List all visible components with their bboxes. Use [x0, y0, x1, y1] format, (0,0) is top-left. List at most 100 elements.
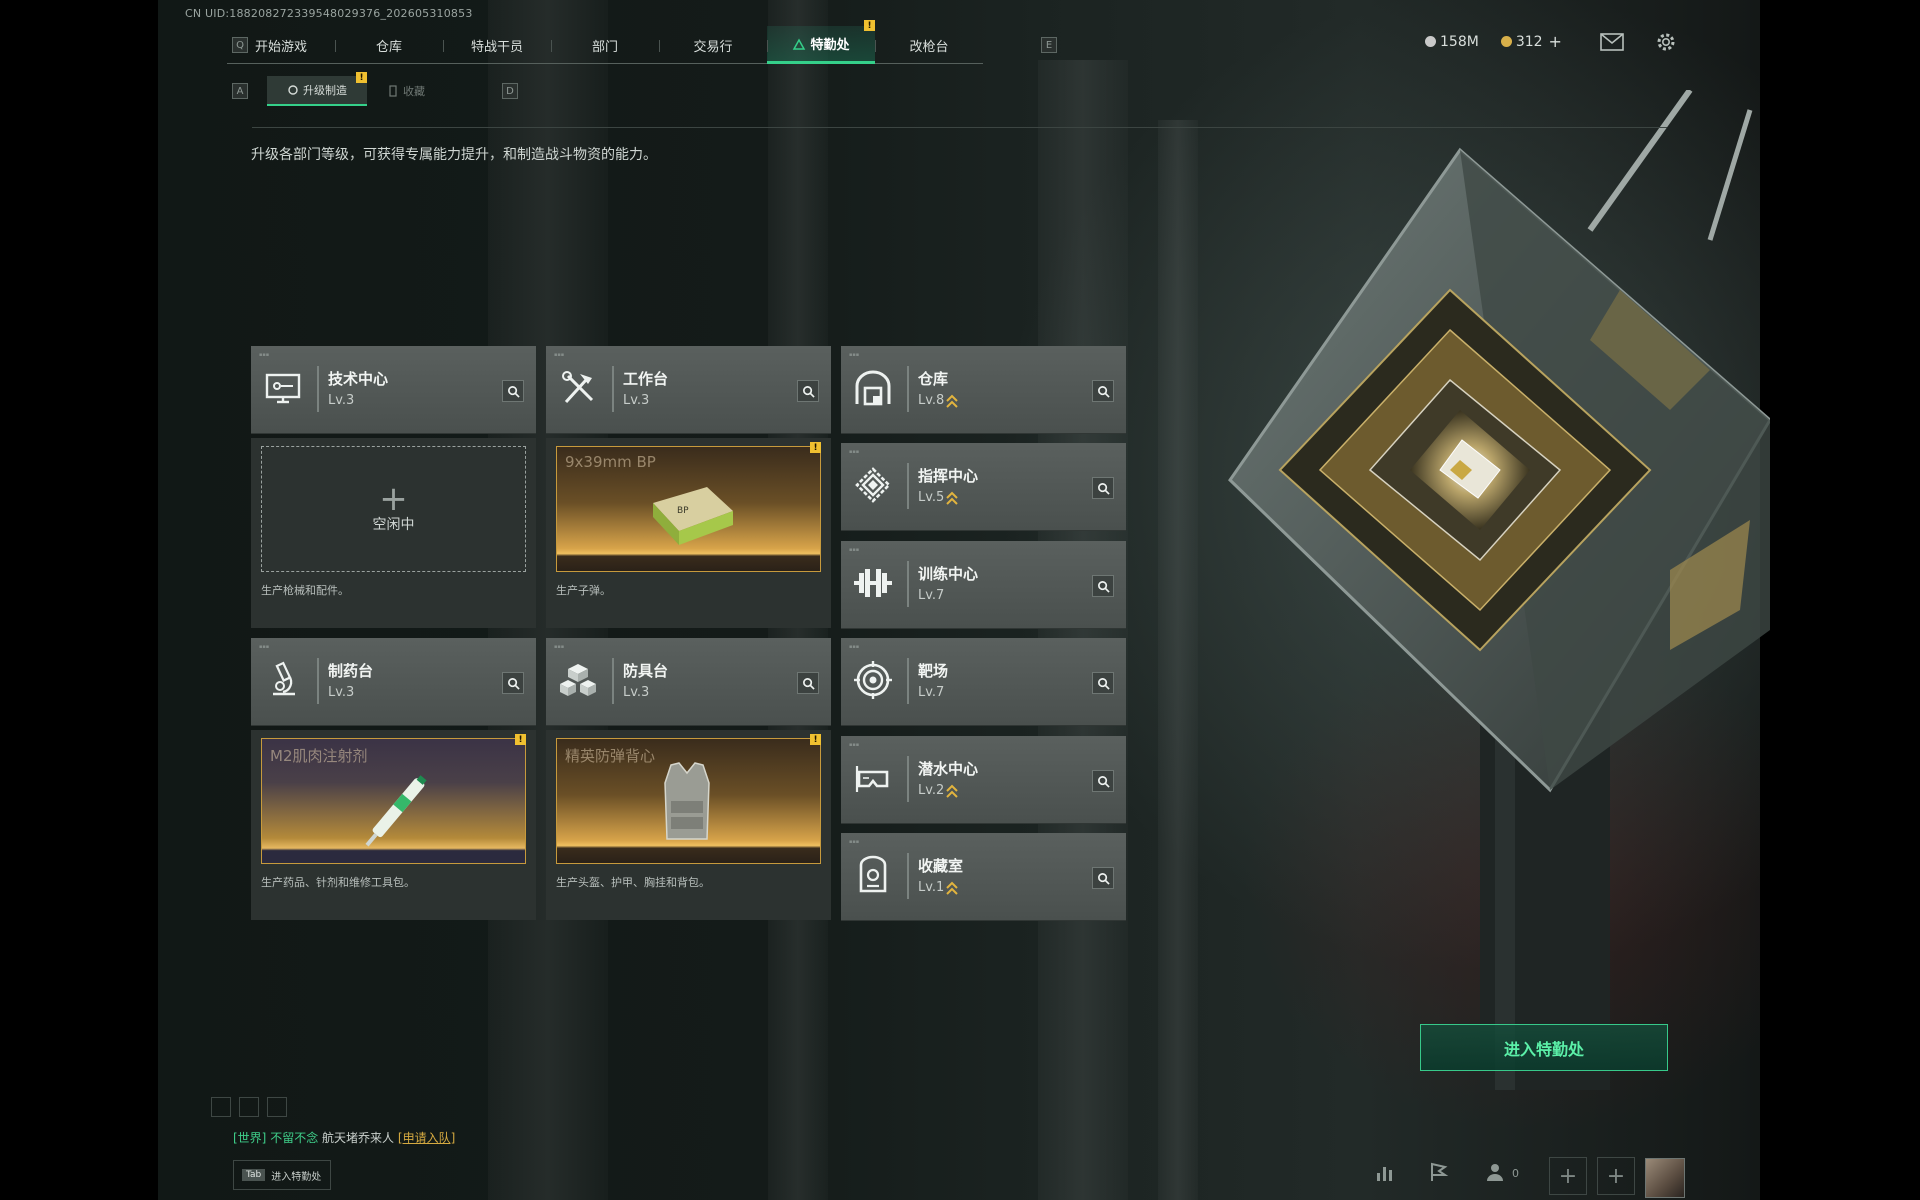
card-tag: ▪▪▪ [259, 644, 270, 650]
department-card-diving-center[interactable]: ▪▪▪ 潜水中心 Lv.2 [841, 736, 1126, 824]
search-icon[interactable] [1092, 867, 1114, 889]
subtab-next-key[interactable]: D [502, 83, 518, 99]
tab-label: 特战干员 [470, 39, 523, 55]
department-card-shooting-range[interactable]: ▪▪▪ 靶场 Lv.7 [841, 638, 1126, 726]
alert-badge: ! [810, 442, 821, 453]
join-team-link[interactable]: [申请入队] [398, 1131, 455, 1145]
slot-caption: 生产药品、针剂和维修工具包。 [261, 876, 415, 889]
search-icon[interactable] [502, 380, 524, 402]
crafting-item-slot[interactable]: M2肌肉注射剂 [261, 738, 526, 864]
department-card-armor-bench[interactable]: ▪▪▪ 防具台 Lv.3 [546, 638, 831, 726]
alert-badge: ! [356, 72, 367, 83]
crafting-item-slot[interactable]: 9x39mm BP BP [556, 446, 821, 572]
friends-icon[interactable] [1484, 1161, 1506, 1183]
alert-badge: ! [864, 20, 875, 31]
department-name: 防具台 [623, 662, 669, 680]
upgrade-arrows-icon [946, 394, 959, 408]
card-divider [907, 463, 909, 509]
chat-sender[interactable]: 不留不念 [270, 1131, 318, 1145]
tab-special-ops[interactable]: 特勤处 ! [767, 20, 875, 64]
syringe-icon [365, 775, 427, 847]
department-card-workbench[interactable]: ▪▪▪ 工作台 Lv.3 [546, 346, 831, 434]
subtab-label: 升级制造 [303, 84, 347, 97]
friends-count: 0 [1512, 1167, 1519, 1180]
card-divider [907, 853, 909, 899]
tab-trading[interactable]: 交易行 [659, 26, 767, 64]
department-card-collection-room[interactable]: ▪▪▪ 收藏室 Lv.1 [841, 833, 1126, 921]
enter-special-ops-button[interactable]: 进入特勤处 [1420, 1024, 1668, 1071]
tools-icon [562, 371, 594, 404]
chat-channel-button[interactable] [211, 1097, 231, 1117]
search-icon[interactable] [797, 380, 819, 402]
tab-operators[interactable]: 特战干员 [443, 26, 551, 64]
chat-channel-button[interactable] [239, 1097, 259, 1117]
tab-gunsmith[interactable]: 改枪台 [875, 26, 983, 64]
empty-slot[interactable]: + 空闲中 [261, 446, 526, 572]
card-divider [317, 366, 319, 412]
subtab-upgrade-craft[interactable]: 升级制造 ! [267, 72, 367, 106]
boxes-icon [560, 664, 596, 696]
card-tag: ▪▪▪ [849, 449, 860, 455]
department-level: Lv.8 [918, 393, 945, 408]
search-icon[interactable] [797, 672, 819, 694]
search-icon[interactable] [1092, 380, 1114, 402]
department-card-warehouse[interactable]: ▪▪▪ 仓库 Lv.8 [841, 346, 1126, 434]
chat-channel: [世界] [233, 1131, 267, 1145]
department-level-row: Lv.2 [918, 783, 959, 798]
tab-label: 仓库 [375, 39, 402, 55]
tab-start-game[interactable]: 开始游戏 [227, 26, 335, 64]
warehouse-icon [855, 370, 891, 406]
search-icon[interactable] [1092, 672, 1114, 694]
department-level: Lv.7 [918, 588, 945, 603]
department-name: 靶场 [918, 662, 949, 680]
slot-caption: 生产头盔、护甲、胸挂和背包。 [556, 876, 710, 889]
search-icon[interactable] [502, 672, 524, 694]
silver-coin-icon [1425, 36, 1436, 47]
department-level-row: Lv.1 [918, 880, 959, 895]
chat-channel-button[interactable] [267, 1097, 287, 1117]
card-divider [612, 658, 614, 704]
search-icon[interactable] [1092, 770, 1114, 792]
mail-icon[interactable] [1600, 33, 1624, 51]
tab-label: 改枪台 [909, 39, 949, 55]
item-name: 精英防弹背心 [565, 747, 656, 765]
department-card-training-center[interactable]: ▪▪▪ 训练中心 Lv.7 [841, 541, 1126, 629]
department-level: Lv.3 [623, 685, 650, 700]
crafting-item-slot[interactable]: 精英防弹背心 [556, 738, 821, 864]
department-level: Lv.2 [918, 783, 945, 798]
department-card-tech-center[interactable]: ▪▪▪ 技术中心 Lv.3 [251, 346, 536, 434]
alert-badge: ! [515, 734, 526, 745]
target-icon [854, 661, 892, 699]
gear-icon[interactable] [1655, 31, 1677, 53]
tab-warehouse[interactable]: 仓库 [335, 26, 443, 64]
stats-icon[interactable] [1374, 1161, 1396, 1183]
subtab-prev-key[interactable]: A [232, 83, 248, 99]
department-name: 潜水中心 [918, 760, 979, 778]
card-divider [612, 366, 614, 412]
main-nav: 开始游戏 仓库 特战干员 部门 交易行 特勤处 ! 改枪台 [227, 20, 983, 64]
tab-hint[interactable]: Tab 进入特勤处 [233, 1160, 331, 1190]
department-name: 指挥中心 [918, 467, 979, 485]
plus-icon: + [379, 479, 408, 519]
department-card-command-center[interactable]: ▪▪▪ 指挥中心 Lv.5 [841, 443, 1126, 531]
search-icon[interactable] [1092, 477, 1114, 499]
department-card-pharmacy[interactable]: ▪▪▪ 制药台 Lv.3 [251, 638, 536, 726]
tab-department[interactable]: 部门 [551, 26, 659, 64]
subtab-collection[interactable]: 收藏 [367, 76, 445, 106]
avatar[interactable] [1645, 1158, 1685, 1198]
department-level: Lv.1 [918, 880, 945, 895]
invite-slot-button[interactable]: + [1549, 1157, 1587, 1195]
tab-label: 特勤处 [810, 38, 850, 53]
department-name: 收藏室 [918, 857, 964, 875]
search-icon[interactable] [1092, 575, 1114, 597]
invite-slot-button[interactable]: + [1597, 1157, 1635, 1195]
add-gold-button[interactable]: + [1549, 32, 1562, 51]
flag-icon[interactable] [1428, 1161, 1450, 1183]
tab-key: Tab [242, 1169, 266, 1181]
special-ops-icon [793, 37, 806, 50]
slot-caption: 生产子弹。 [556, 584, 611, 597]
department-name: 训练中心 [918, 565, 979, 583]
card-tag: ▪▪▪ [849, 547, 860, 553]
item-name: M2肌肉注射剂 [270, 747, 368, 765]
nav-next-key[interactable]: E [1041, 37, 1057, 53]
